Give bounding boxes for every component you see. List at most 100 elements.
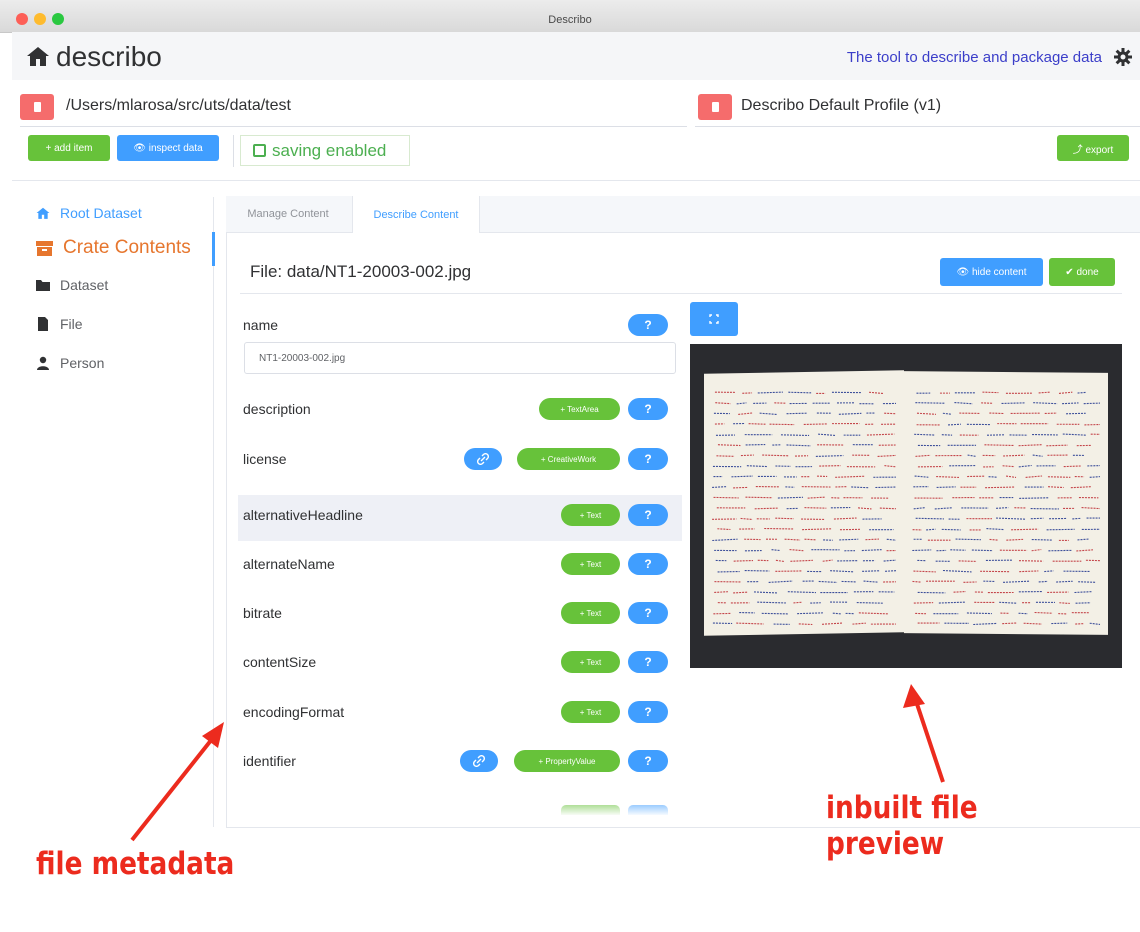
tab-manage-content[interactable]: Manage Content: [226, 196, 350, 232]
done-button[interactable]: ✔ done: [1049, 258, 1115, 286]
name-input[interactable]: NT1-20003-002.jpg: [244, 342, 676, 374]
handwriting-stroke: [1003, 580, 1030, 583]
handwriting-stroke: [886, 538, 897, 541]
handwriting-stroke: [713, 496, 739, 499]
sidebar-item-root-dataset[interactable]: Root Dataset: [36, 205, 142, 221]
help-button[interactable]: ?: [628, 651, 668, 673]
handwriting-stroke: [1019, 570, 1039, 573]
sidebar-item-crate-contents[interactable]: Crate Contents: [36, 237, 191, 259]
handwriting-stroke: [1072, 517, 1081, 520]
handwriting-stroke: [1025, 475, 1043, 478]
folder-path: /Users/mlarosa/src/uts/data/test: [66, 97, 291, 114]
handwriting-stroke: [851, 486, 869, 489]
handwriting-stroke: [1048, 486, 1064, 489]
help-button[interactable]: ?: [628, 504, 668, 526]
sidebar-item-label: Root Dataset: [60, 205, 142, 221]
handwriting-stroke: [822, 559, 833, 562]
handwriting-stroke: [1034, 611, 1053, 614]
gear-icon[interactable]: [1114, 48, 1132, 66]
inspect-data-button[interactable]: 👁 inspect data: [117, 135, 219, 161]
help-button[interactable]: ?: [628, 553, 668, 575]
add-textarea-button[interactable]: + TextArea: [539, 398, 620, 420]
tab-describe-content[interactable]: Describe Content: [352, 196, 480, 233]
home-icon[interactable]: [26, 45, 50, 67]
handwriting-stroke: [883, 559, 897, 562]
divider: [12, 180, 1140, 181]
remove-folder-button[interactable]: [20, 94, 54, 120]
handwriting-stroke: [986, 528, 1004, 531]
handwriting-stroke: [788, 391, 812, 394]
handwriting-stroke: [761, 612, 788, 615]
handwriting-stroke: [803, 423, 828, 426]
sidebar-item-person[interactable]: Person: [36, 355, 104, 371]
add-text-button[interactable]: + Text: [561, 602, 620, 624]
handwriting-stroke: [936, 475, 960, 478]
add-propertyvalue-button[interactable]: + PropertyValue: [514, 750, 620, 772]
handwriting-stroke: [926, 528, 936, 531]
handwriting-stroke: [856, 602, 883, 604]
handwriting-stroke: [797, 612, 823, 615]
help-button[interactable]: ?: [628, 448, 668, 470]
add-text-button[interactable]: + Text: [561, 504, 620, 526]
handwriting-stroke: [1011, 528, 1039, 531]
sidebar-item-label: File: [60, 316, 83, 332]
add-creativework-button[interactable]: + CreativeWork: [517, 448, 620, 470]
divider: [240, 293, 1122, 294]
handwriting-stroke: [967, 454, 977, 458]
property-label-license: license: [243, 451, 287, 467]
handwriting-stroke: [947, 423, 961, 426]
handwriting-stroke: [1023, 622, 1042, 625]
fullscreen-button[interactable]: [690, 302, 738, 336]
handwriting-stroke: [757, 601, 786, 604]
handwriting-stroke: [934, 507, 953, 510]
handwriting-stroke: [1032, 454, 1043, 457]
handwriting-stroke: [833, 517, 857, 520]
sidebar-item-file[interactable]: File: [36, 316, 83, 332]
help-button[interactable]: ?: [628, 701, 668, 723]
add-text-button[interactable]: + Text: [561, 651, 620, 673]
add-item-button[interactable]: + add item: [28, 135, 110, 161]
property-label-identifier: identifier: [243, 753, 296, 769]
toolbar-divider: [233, 135, 234, 167]
handwriting-stroke: [1083, 402, 1101, 405]
remove-profile-button[interactable]: [698, 94, 732, 120]
handwriting-stroke: [771, 549, 780, 552]
handwriting-stroke: [915, 517, 944, 520]
handwriting-stroke: [884, 412, 897, 415]
property-label-description: description: [243, 401, 311, 417]
handwriting-stroke: [759, 412, 778, 416]
help-button[interactable]: ?: [628, 398, 668, 420]
sidebar-item-label: Dataset: [60, 277, 109, 293]
sidebar-item-dataset[interactable]: Dataset: [36, 277, 108, 293]
handwriting-stroke: [717, 528, 731, 531]
handwriting-stroke: [868, 391, 884, 395]
property-label-contentsize: contentSize: [243, 654, 317, 670]
hide-content-button[interactable]: 👁 hide content: [940, 258, 1043, 286]
handwriting-stroke: [1003, 454, 1025, 457]
link-button[interactable]: [460, 750, 498, 772]
help-button[interactable]: ?: [628, 750, 668, 772]
handwriting-stroke: [861, 549, 882, 552]
handwriting-stroke: [1038, 580, 1048, 583]
help-button[interactable]: ?: [628, 602, 668, 624]
help-button[interactable]: ?: [628, 314, 668, 336]
window-titlebar: Describo: [0, 0, 1140, 33]
handwriting-stroke: [915, 454, 931, 457]
add-text-button[interactable]: + Text: [561, 701, 620, 723]
link-button[interactable]: [464, 448, 502, 470]
handwriting-stroke: [1062, 433, 1087, 436]
handwriting-stroke: [916, 412, 937, 415]
handwriting-stroke: [914, 433, 935, 436]
handwriting-stroke: [1019, 497, 1050, 499]
handwriting-stroke: [712, 486, 727, 488]
handwriting-stroke: [1033, 402, 1058, 405]
handwriting-stroke: [1031, 548, 1042, 552]
sidebar-item-label: Person: [60, 355, 105, 371]
handwriting-stroke: [733, 559, 754, 562]
handwriting-stroke: [1089, 622, 1101, 625]
home-icon: [36, 207, 50, 219]
add-text-button[interactable]: + Text: [561, 553, 620, 575]
file-title: File: data/NT1-20003-002.jpg: [250, 262, 472, 281]
handwriting-stroke: [1062, 402, 1079, 405]
export-button[interactable]: ⤴ export: [1057, 135, 1129, 161]
